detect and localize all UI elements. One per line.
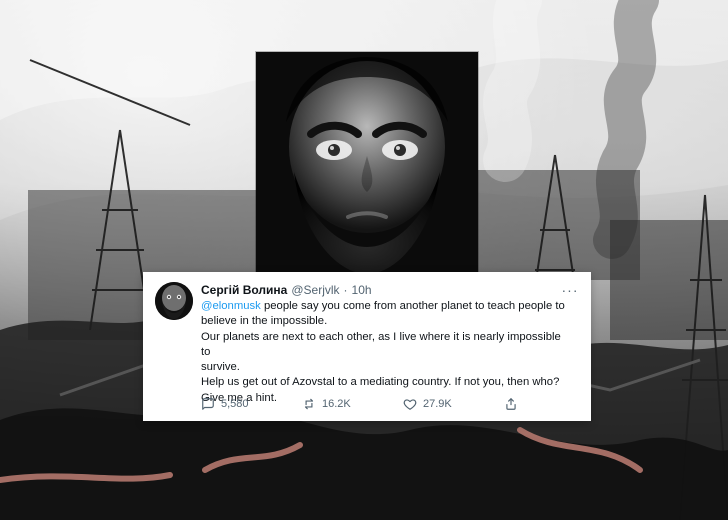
heart-icon <box>403 399 417 410</box>
handle[interactable]: @Serjvlk <box>291 282 339 298</box>
tweet-card: Сергій Волина @Serjvlk · 10h ··· @elonmu… <box>143 272 591 421</box>
mention-link[interactable]: @elonmusk <box>201 300 261 312</box>
reply-count: 5,580 <box>221 398 249 410</box>
separator-dot: · <box>343 283 348 297</box>
tweet-line-1-text: people say you come from another planet … <box>260 300 565 312</box>
like-count: 27.9K <box>423 398 452 410</box>
share-button[interactable] <box>504 397 544 411</box>
display-name[interactable]: Сергій Волина <box>201 282 287 298</box>
tweet-line-2: believe in the impossible. <box>201 315 328 328</box>
tweet-line-5: Help us get out of Azovstal to a mediati… <box>201 376 560 389</box>
tweet-line-4: survive. <box>201 361 240 374</box>
more-button[interactable]: ··· <box>559 282 581 298</box>
more-icon: ··· <box>561 282 579 298</box>
tweet-text: @elonmusk people say you come from anoth… <box>201 299 571 406</box>
reply-icon <box>202 398 214 410</box>
retweet-count: 16.2K <box>322 398 351 410</box>
portrait-photo <box>256 52 478 274</box>
tweet-header: Сергій Волина @Serjvlk · 10h <box>201 282 557 298</box>
reply-button[interactable]: 5,580 <box>201 397 302 411</box>
bearded-man-portrait <box>256 52 478 274</box>
avatar-image <box>155 282 193 320</box>
tweet-line-3: Our planets are next to each other, as I… <box>201 330 561 358</box>
like-button[interactable]: 27.9K <box>403 397 504 411</box>
timestamp[interactable]: 10h <box>352 282 372 298</box>
share-icon <box>506 398 516 410</box>
retweet-icon <box>304 398 314 410</box>
tweet-line-1: @elonmusk people say you come from anoth… <box>201 299 571 314</box>
retweet-button[interactable]: 16.2K <box>302 397 403 411</box>
tweet-actions: 5,580 16.2K 27.9K <box>201 396 561 412</box>
avatar[interactable] <box>155 282 193 320</box>
